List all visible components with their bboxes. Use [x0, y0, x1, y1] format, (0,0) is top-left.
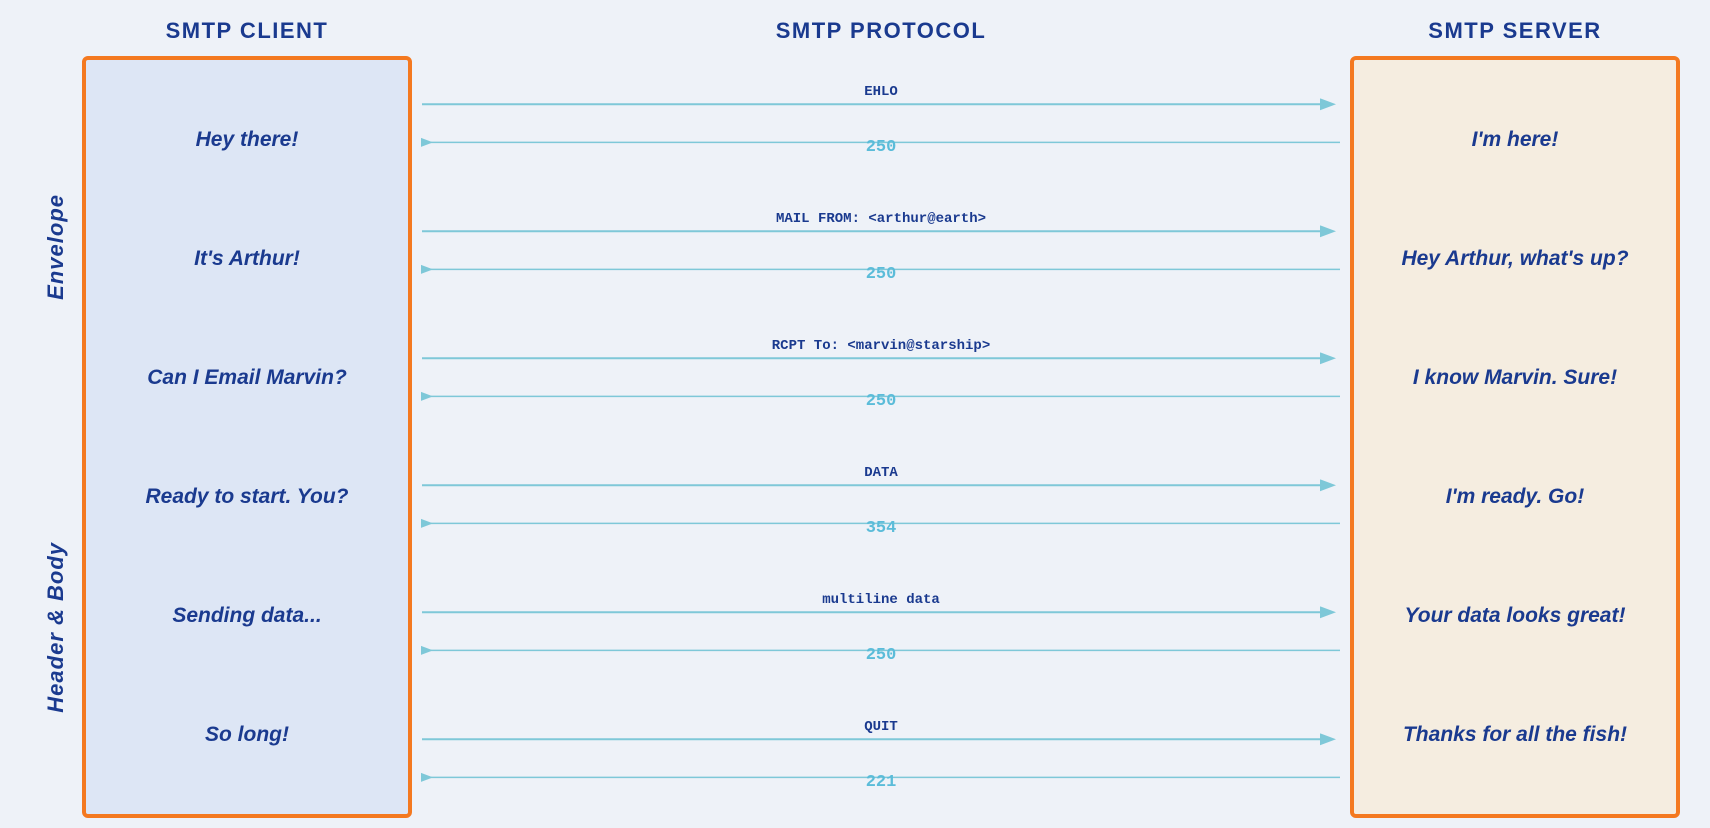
envelope-label: Envelope — [43, 194, 69, 300]
smtp-protocol-header: SMTP PROTOCOL — [776, 18, 987, 55]
server-msg-2: I know Marvin. Sure! — [1413, 364, 1617, 391]
server-msg-1: Hey Arthur, what's up? — [1401, 245, 1628, 272]
client-box: Hey there! It's Arthur! Can I Email Marv… — [82, 56, 412, 818]
server-box: I'm here! Hey Arthur, what's up? I know … — [1350, 56, 1680, 818]
header-body-label: Header & Body — [43, 542, 69, 713]
smtp-server-header: SMTP SERVER — [1428, 18, 1601, 55]
protocol-arrows — [412, 56, 1350, 818]
client-msg-5: So long! — [205, 721, 289, 748]
server-msg-5: Thanks for all the fish! — [1403, 721, 1627, 748]
client-msg-3: Ready to start. You? — [145, 483, 348, 510]
client-msg-0: Hey there! — [196, 126, 299, 153]
server-msg-0: I'm here! — [1472, 126, 1559, 153]
client-msg-1: It's Arthur! — [194, 245, 300, 272]
client-msg-4: Sending data... — [172, 602, 321, 629]
client-msg-2: Can I Email Marvin? — [147, 364, 347, 391]
server-msg-4: Your data looks great! — [1405, 602, 1626, 629]
smtp-client-header: SMTP CLIENT — [166, 18, 329, 55]
server-msg-3: I'm ready. Go! — [1446, 483, 1584, 510]
